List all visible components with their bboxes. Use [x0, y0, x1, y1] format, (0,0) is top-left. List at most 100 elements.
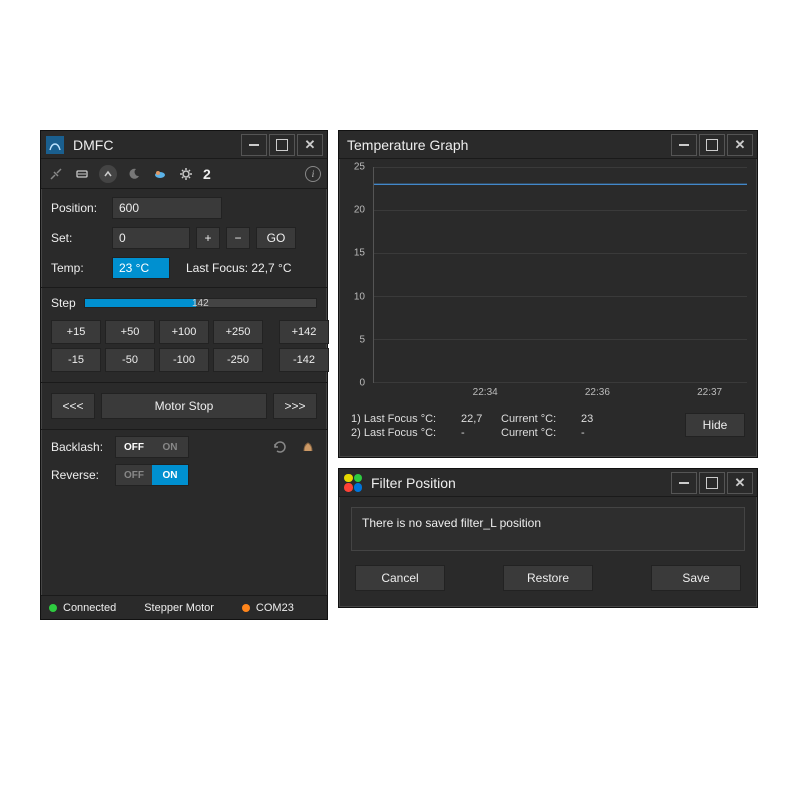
- connected-dot-icon: [49, 604, 57, 612]
- last-focus-label: Last Focus: 22,7 °C: [186, 261, 292, 275]
- step-minus-100[interactable]: -100: [159, 348, 209, 372]
- cancel-button[interactable]: Cancel: [355, 565, 445, 591]
- y-tick-label: 10: [354, 291, 365, 302]
- y-tick-label: 25: [354, 162, 365, 173]
- x-axis-ticks: 22:34 22:36 22:37: [373, 387, 747, 403]
- minus-button[interactable]: −: [226, 227, 250, 249]
- moon-icon[interactable]: [125, 165, 143, 183]
- y-tick-label: 0: [359, 378, 365, 389]
- plus-button[interactable]: +: [196, 227, 220, 249]
- dmfc-window: DMFC ✕ 2 i Position: Set: + − GO Temp:: [40, 130, 328, 620]
- connect-icon[interactable]: [47, 165, 65, 183]
- position-input[interactable]: [112, 197, 222, 219]
- temp-titlebar: Temperature Graph ✕: [339, 131, 757, 159]
- maximize-button[interactable]: [269, 134, 295, 156]
- toolbar-number: 2: [203, 166, 211, 182]
- step-minus-15[interactable]: -15: [51, 348, 101, 372]
- backlash-off[interactable]: OFF: [116, 437, 152, 457]
- backlash-on[interactable]: ON: [152, 437, 188, 457]
- reverse-toggle[interactable]: OFF ON: [115, 464, 189, 486]
- step-value: 142: [192, 298, 209, 309]
- step-minus-50[interactable]: -50: [105, 348, 155, 372]
- minimize-button[interactable]: [671, 472, 697, 494]
- up-icon[interactable]: [99, 165, 117, 183]
- motor-next-button[interactable]: >>>: [273, 393, 317, 419]
- chart-line-svg: [374, 167, 747, 382]
- reverse-on[interactable]: ON: [152, 465, 188, 485]
- current1-val: 23: [581, 413, 611, 425]
- chart-area: 0510152025 22:3422:3622:37: [339, 159, 757, 407]
- x-tick-label: 22:34: [473, 387, 498, 398]
- step-label: Step: [51, 296, 76, 310]
- step-plus-15[interactable]: +15: [51, 320, 101, 344]
- reverse-label: Reverse:: [51, 468, 109, 482]
- y-tick-label: 20: [354, 205, 365, 216]
- chart-footer: 1) Last Focus °C: 22,7 Current °C: 23 2)…: [339, 407, 757, 447]
- set-label: Set:: [51, 231, 106, 245]
- chart-grid: [373, 167, 747, 383]
- save-button[interactable]: Save: [651, 565, 741, 591]
- motor-prev-button[interactable]: <<<: [51, 393, 95, 419]
- current-label-1: Current °C:: [501, 413, 581, 425]
- status-connected: Connected: [63, 602, 116, 614]
- dmfc-toolbar: 2 i: [41, 159, 327, 189]
- set-input[interactable]: [112, 227, 190, 249]
- step-plus-custom[interactable]: +142: [279, 320, 329, 344]
- status-port: COM23: [256, 602, 294, 614]
- step-plus-250[interactable]: +250: [213, 320, 263, 344]
- gear-icon[interactable]: [177, 165, 195, 183]
- x-tick-label: 22:36: [585, 387, 610, 398]
- filter-buttons: Cancel Restore Save: [351, 565, 745, 591]
- window-controls: ✕: [669, 472, 753, 494]
- minimize-button[interactable]: [241, 134, 267, 156]
- maximize-button[interactable]: [699, 134, 725, 156]
- temp-graph-window: Temperature Graph ✕ 0510152025 22:3422:3…: [338, 130, 758, 458]
- x-tick-label: 22:37: [697, 387, 722, 398]
- step-minus-custom[interactable]: -142: [279, 348, 329, 372]
- info-icon[interactable]: i: [305, 166, 321, 182]
- step-slider[interactable]: 142: [84, 298, 317, 308]
- reverse-off[interactable]: OFF: [116, 465, 152, 485]
- step-plus-50[interactable]: +50: [105, 320, 155, 344]
- filter-message: There is no saved filter_L position: [351, 507, 745, 551]
- motor-stop-button[interactable]: Motor Stop: [101, 393, 267, 419]
- cloud-icon[interactable]: [151, 165, 169, 183]
- step-plus-100[interactable]: +100: [159, 320, 209, 344]
- motor-icon[interactable]: [299, 438, 317, 456]
- dmfc-title: DMFC: [69, 137, 239, 153]
- temp-label: Temp:: [51, 261, 106, 275]
- current2-val: -: [581, 427, 611, 439]
- backlash-label: Backlash:: [51, 440, 109, 454]
- go-button[interactable]: GO: [256, 227, 296, 249]
- filter-app-icon: [343, 473, 363, 493]
- dmfc-app-icon: [45, 135, 65, 155]
- filter-titlebar: Filter Position ✕: [339, 469, 757, 497]
- device-icon[interactable]: [73, 165, 91, 183]
- dmfc-body: Position: Set: + − GO Temp: Last Focus: …: [41, 189, 327, 500]
- current-label-2: Current °C:: [501, 427, 581, 439]
- info1-label: 1) Last Focus °C:: [351, 413, 461, 425]
- refresh-icon[interactable]: [271, 438, 289, 456]
- dmfc-titlebar: DMFC ✕: [41, 131, 327, 159]
- filter-position-window: Filter Position ✕ There is no saved filt…: [338, 468, 758, 608]
- close-button[interactable]: ✕: [727, 134, 753, 156]
- filter-body: There is no saved filter_L position Canc…: [339, 497, 757, 601]
- backlash-toggle[interactable]: OFF ON: [115, 436, 189, 458]
- hide-button[interactable]: Hide: [685, 413, 745, 437]
- dmfc-statusbar: Connected Stepper Motor COM23: [41, 595, 327, 619]
- y-axis-ticks: 0510152025: [339, 167, 369, 383]
- svg-text:i: i: [312, 169, 315, 179]
- window-controls: ✕: [239, 134, 323, 156]
- close-button[interactable]: ✕: [727, 472, 753, 494]
- window-controls: ✕: [669, 134, 753, 156]
- maximize-button[interactable]: [699, 472, 725, 494]
- temp-input[interactable]: [112, 257, 170, 279]
- close-button[interactable]: ✕: [297, 134, 323, 156]
- minimize-button[interactable]: [671, 134, 697, 156]
- restore-button[interactable]: Restore: [503, 565, 593, 591]
- filter-title: Filter Position: [367, 475, 669, 491]
- y-tick-label: 5: [359, 334, 365, 345]
- position-label: Position:: [51, 201, 106, 215]
- info2-val: -: [461, 427, 501, 439]
- step-minus-250[interactable]: -250: [213, 348, 263, 372]
